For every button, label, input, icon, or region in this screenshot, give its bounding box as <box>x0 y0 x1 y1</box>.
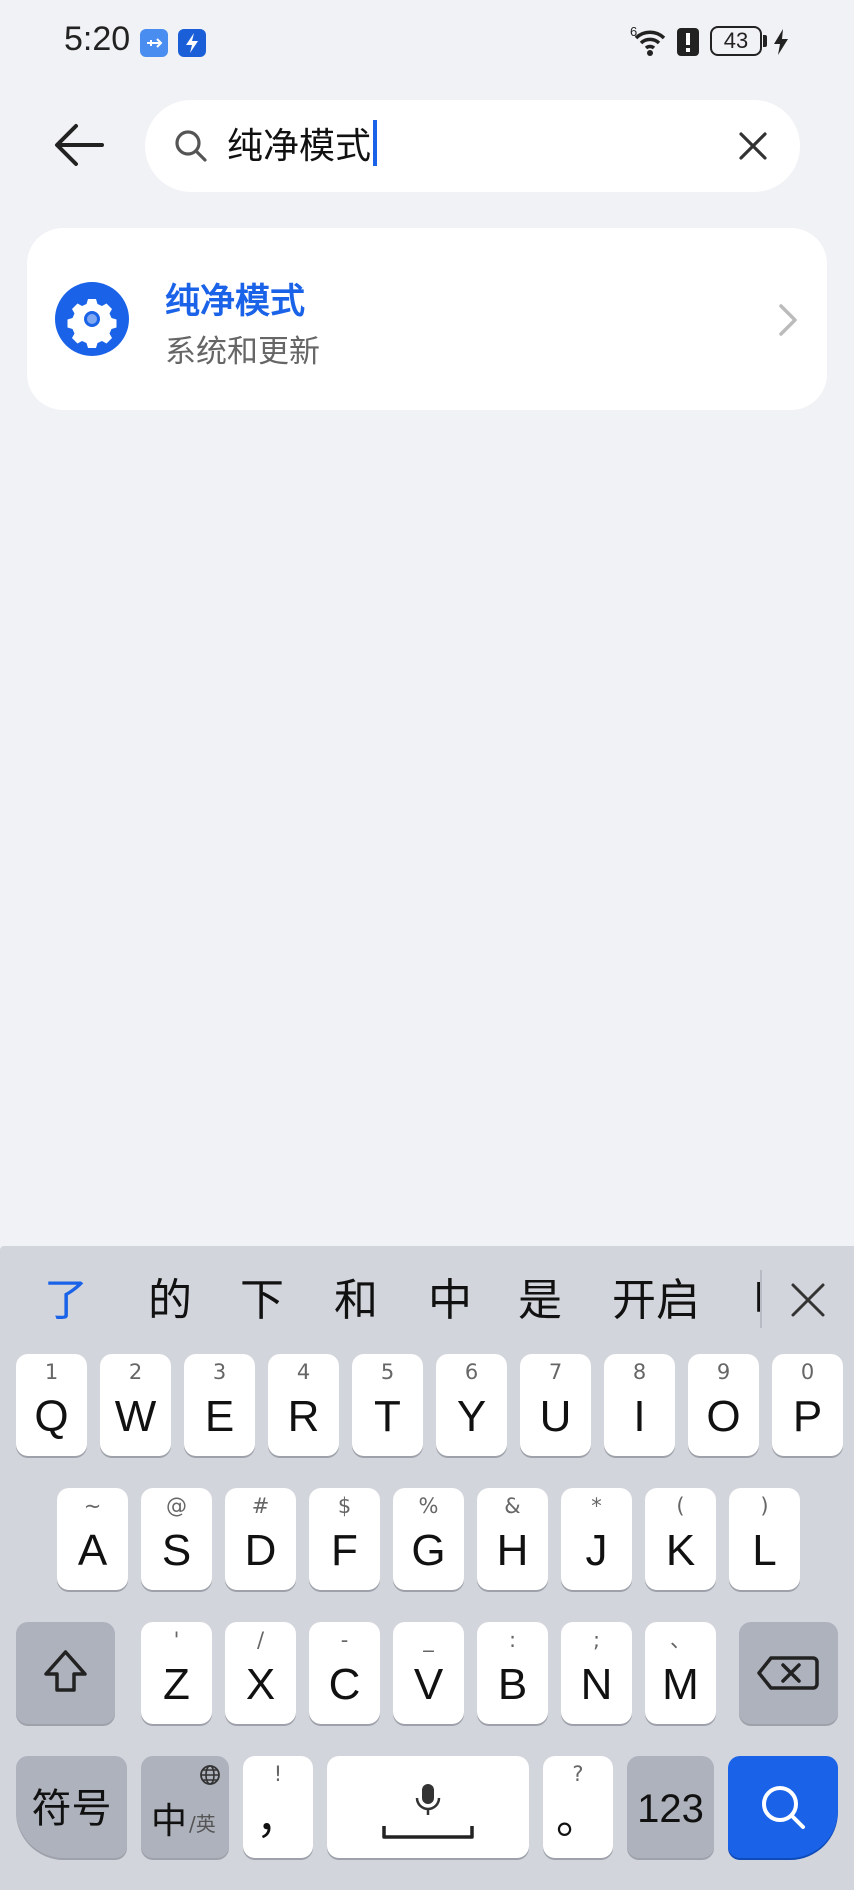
key-l[interactable]: ) L <box>729 1488 800 1590</box>
key-k[interactable]: (K <box>645 1488 716 1590</box>
key-z[interactable]: ' Z <box>141 1622 212 1724</box>
text-caret <box>373 120 378 166</box>
search-icon <box>762 1786 805 1829</box>
key-e[interactable]: 3E <box>184 1354 255 1456</box>
key-w[interactable]: 2W <box>100 1354 171 1456</box>
candidate-item[interactable]: 了 <box>44 1274 88 1328</box>
key-j[interactable]: * J <box>561 1488 632 1590</box>
search-query: 纯净模式 <box>227 126 372 167</box>
key-n[interactable]: ; N <box>561 1622 632 1724</box>
search-result-item[interactable]: 纯净模式 系统和更新 <box>27 228 827 410</box>
key-u[interactable]: 7U <box>520 1354 591 1456</box>
key-g[interactable]: % G <box>393 1488 464 1590</box>
key-t[interactable]: 5T <box>352 1354 423 1456</box>
microphone-icon <box>415 1784 441 1815</box>
candidate-item[interactable]: 下 <box>240 1274 284 1328</box>
key-a[interactable]: ~ A <box>57 1488 128 1590</box>
close-candidates-button[interactable] <box>788 1280 828 1320</box>
close-icon <box>791 1283 825 1317</box>
period-key[interactable]: ?。 <box>543 1756 613 1858</box>
candidate-item[interactable]: 是 <box>518 1274 562 1328</box>
backspace-key[interactable] <box>739 1622 838 1724</box>
numbers-key[interactable]: 123 <box>627 1756 714 1858</box>
language-switch-key[interactable]: 中 /英 <box>141 1756 229 1858</box>
key-h[interactable]: & H <box>477 1488 548 1590</box>
back-button[interactable] <box>50 115 110 175</box>
key-r[interactable]: 4R <box>268 1354 339 1456</box>
search-input[interactable]: 纯净模式 <box>227 120 378 173</box>
clear-search-button[interactable] <box>735 128 771 164</box>
alert-icon <box>676 27 700 57</box>
candidate-item[interactable]: 中 <box>428 1274 472 1328</box>
key-m[interactable]: 、 M <box>645 1622 716 1724</box>
key-q[interactable]: 1Q <box>16 1354 87 1456</box>
key-f[interactable]: $ F <box>309 1488 380 1590</box>
shift-key[interactable] <box>16 1622 115 1724</box>
key-v[interactable]: _ V <box>393 1622 464 1724</box>
battery-tip <box>763 35 767 47</box>
key-b[interactable]: :B <box>477 1622 548 1724</box>
key-x[interactable]: / X <box>225 1622 296 1724</box>
arrow-left-icon <box>55 124 104 166</box>
candidate-item[interactable]: 的 <box>148 1274 192 1328</box>
key-s[interactable]: @ S <box>141 1488 212 1590</box>
globe-icon <box>200 1765 220 1785</box>
backspace-icon <box>757 1656 819 1690</box>
key-d[interactable]: # D <box>225 1488 296 1590</box>
comma-key[interactable]: !， <box>243 1756 313 1858</box>
chevron-right-icon <box>773 300 803 340</box>
key-i[interactable]: 8I <box>604 1354 675 1456</box>
key-y[interactable]: 6Y <box>436 1354 507 1456</box>
search-key[interactable] <box>728 1756 838 1858</box>
key-p[interactable]: 0P <box>772 1354 843 1456</box>
status-time: 5:20 <box>64 20 131 58</box>
search-field[interactable]: 纯净模式 <box>145 100 800 192</box>
space-bar-icon <box>382 1826 474 1839</box>
candidate-item[interactable]: 开启 <box>612 1274 700 1328</box>
app-notification-icon <box>178 29 206 57</box>
key-c[interactable]: -C <box>309 1622 380 1724</box>
wifi-icon: 6 <box>630 24 670 58</box>
candidate-bar: 了 的 下 和 中 是 开启 叫 <box>0 1246 854 1356</box>
candidate-divider <box>760 1270 762 1328</box>
charging-icon <box>772 28 790 56</box>
soft-keyboard: 了 的 下 和 中 是 开启 叫 1Q 2W 3E 4R 5T 6Y 7U 8I… <box>0 1246 854 1890</box>
symbols-key[interactable]: 符号 <box>16 1756 127 1858</box>
candidate-item[interactable]: 和 <box>334 1274 378 1328</box>
result-title: 纯净模式 <box>165 282 306 322</box>
gear-icon <box>55 282 129 356</box>
search-icon <box>173 128 209 164</box>
usb-icon <box>140 29 168 57</box>
battery-indicator: 43 <box>710 26 762 56</box>
key-o[interactable]: 9O <box>688 1354 759 1456</box>
result-subtitle: 系统和更新 <box>165 334 320 370</box>
space-key[interactable] <box>327 1756 529 1858</box>
close-icon <box>739 132 767 160</box>
shift-arrow-icon <box>44 1650 87 1692</box>
